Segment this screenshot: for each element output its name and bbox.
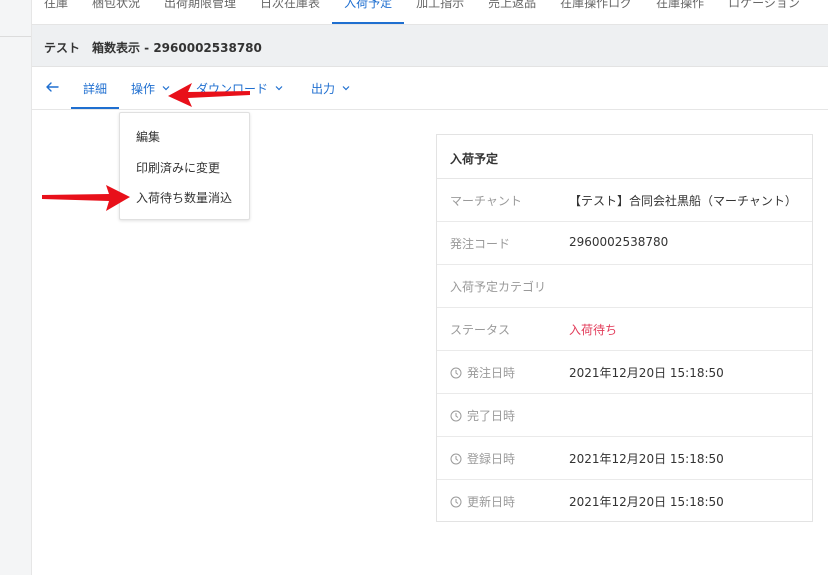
row-label: 更新日時 bbox=[450, 493, 515, 510]
tab-processing-instructions[interactable]: 加工指示 bbox=[404, 0, 476, 24]
row-label-text: 発注日時 bbox=[467, 366, 516, 380]
tab-shipping-deadline[interactable]: 出荷期限管理 bbox=[152, 0, 248, 24]
tab-sales-returns[interactable]: 売上返品 bbox=[476, 0, 548, 24]
row-label: 発注コード bbox=[450, 237, 511, 251]
row-value: 2960002538780 bbox=[569, 235, 669, 249]
clock-icon bbox=[450, 453, 462, 464]
row-label-text: 完了日時 bbox=[467, 409, 516, 423]
detail-row: 入荷予定カテゴリ bbox=[437, 264, 812, 308]
menu-item-edit[interactable]: 編集 bbox=[136, 128, 160, 145]
row-label: 発注日時 bbox=[450, 364, 515, 381]
chevron-down-icon bbox=[275, 86, 283, 91]
page-title: テスト 箱数表示 - 2960002538780 bbox=[44, 41, 262, 55]
tab-location[interactable]: ロケーション bbox=[716, 0, 812, 24]
tab-detail-label: 詳細 bbox=[83, 81, 108, 96]
detail-row: 発注コード 2960002538780 bbox=[437, 221, 812, 265]
card-title: 入荷予定 bbox=[450, 152, 499, 166]
status-value: 入荷待ち bbox=[569, 323, 618, 337]
clock-icon bbox=[450, 496, 462, 507]
detail-row: 発注日時 2021年12月20日 15:18:50 bbox=[437, 350, 812, 394]
output-label: 出力 bbox=[311, 81, 336, 96]
left-sidebar bbox=[0, 0, 32, 575]
row-label: 登録日時 bbox=[450, 450, 515, 467]
operation-label: 操作 bbox=[131, 81, 156, 96]
detail-row: 完了日時 bbox=[437, 393, 812, 437]
operation-menu-button[interactable]: 操作 bbox=[131, 80, 171, 96]
tab-daily-inventory[interactable]: 日次在庫表 bbox=[248, 0, 332, 24]
tab-inbound-schedule[interactable]: 入荷予定 bbox=[332, 0, 405, 24]
row-label-text: 登録日時 bbox=[467, 452, 516, 466]
detail-row: マーチャント 【テスト】合同会社黒船（マーチャント） bbox=[437, 178, 812, 222]
row-value: 2021年12月20日 15:18:50 bbox=[569, 495, 724, 509]
operation-dropdown-menu: 編集 印刷済みに変更 入荷待ち数量消込 bbox=[119, 112, 250, 220]
row-label: 入荷予定カテゴリ bbox=[450, 280, 547, 294]
back-arrow-icon[interactable] bbox=[44, 79, 60, 95]
chevron-down-icon bbox=[342, 86, 350, 91]
sidebar-divider bbox=[0, 36, 31, 37]
page-header: テスト 箱数表示 - 2960002538780 bbox=[32, 25, 828, 67]
inbound-detail-card: 入荷予定 マーチャント 【テスト】合同会社黒船（マーチャント） 発注コード 29… bbox=[436, 134, 813, 522]
menu-item-clear-pending-quantity[interactable]: 入荷待ち数量消込 bbox=[136, 189, 232, 206]
row-value: 【テスト】合同会社黒船（マーチャント） bbox=[569, 194, 797, 208]
annotation-arrow-icon bbox=[42, 185, 130, 211]
clock-icon bbox=[450, 367, 462, 378]
annotation-arrow-icon bbox=[168, 83, 250, 107]
card-header: 入荷予定 bbox=[437, 135, 812, 179]
tab-packing-status[interactable]: 梱包状況 bbox=[80, 0, 152, 24]
sub-navigation: 詳細 操作 ダウンロード 出力 bbox=[32, 67, 828, 110]
tab-inventory-log[interactable]: 在庫操作ログ bbox=[548, 0, 644, 24]
menu-item-mark-printed[interactable]: 印刷済みに変更 bbox=[136, 159, 220, 176]
clock-icon bbox=[450, 410, 462, 421]
row-value: 2021年12月20日 15:18:50 bbox=[569, 366, 724, 380]
tab-stock[interactable]: 往庫 bbox=[32, 0, 80, 24]
row-label: マーチャント bbox=[450, 194, 522, 208]
detail-row: ステータス 入荷待ち bbox=[437, 307, 812, 351]
row-label: 完了日時 bbox=[450, 407, 515, 424]
detail-row: 更新日時 2021年12月20日 15:18:50 bbox=[437, 479, 812, 522]
detail-row: 登録日時 2021年12月20日 15:18:50 bbox=[437, 436, 812, 480]
output-menu-button[interactable]: 出力 bbox=[311, 80, 351, 96]
tab-inventory-operation[interactable]: 在庫操作 bbox=[644, 0, 716, 24]
top-navigation: 往庫 梱包状況 出荷期限管理 日次在庫表 入荷予定 加工指示 売上返品 在庫操作… bbox=[32, 0, 828, 25]
row-label-text: 更新日時 bbox=[467, 495, 516, 509]
tab-detail[interactable]: 詳細 bbox=[71, 80, 120, 109]
row-value: 2021年12月20日 15:18:50 bbox=[569, 452, 724, 466]
row-label: ステータス bbox=[450, 323, 511, 337]
